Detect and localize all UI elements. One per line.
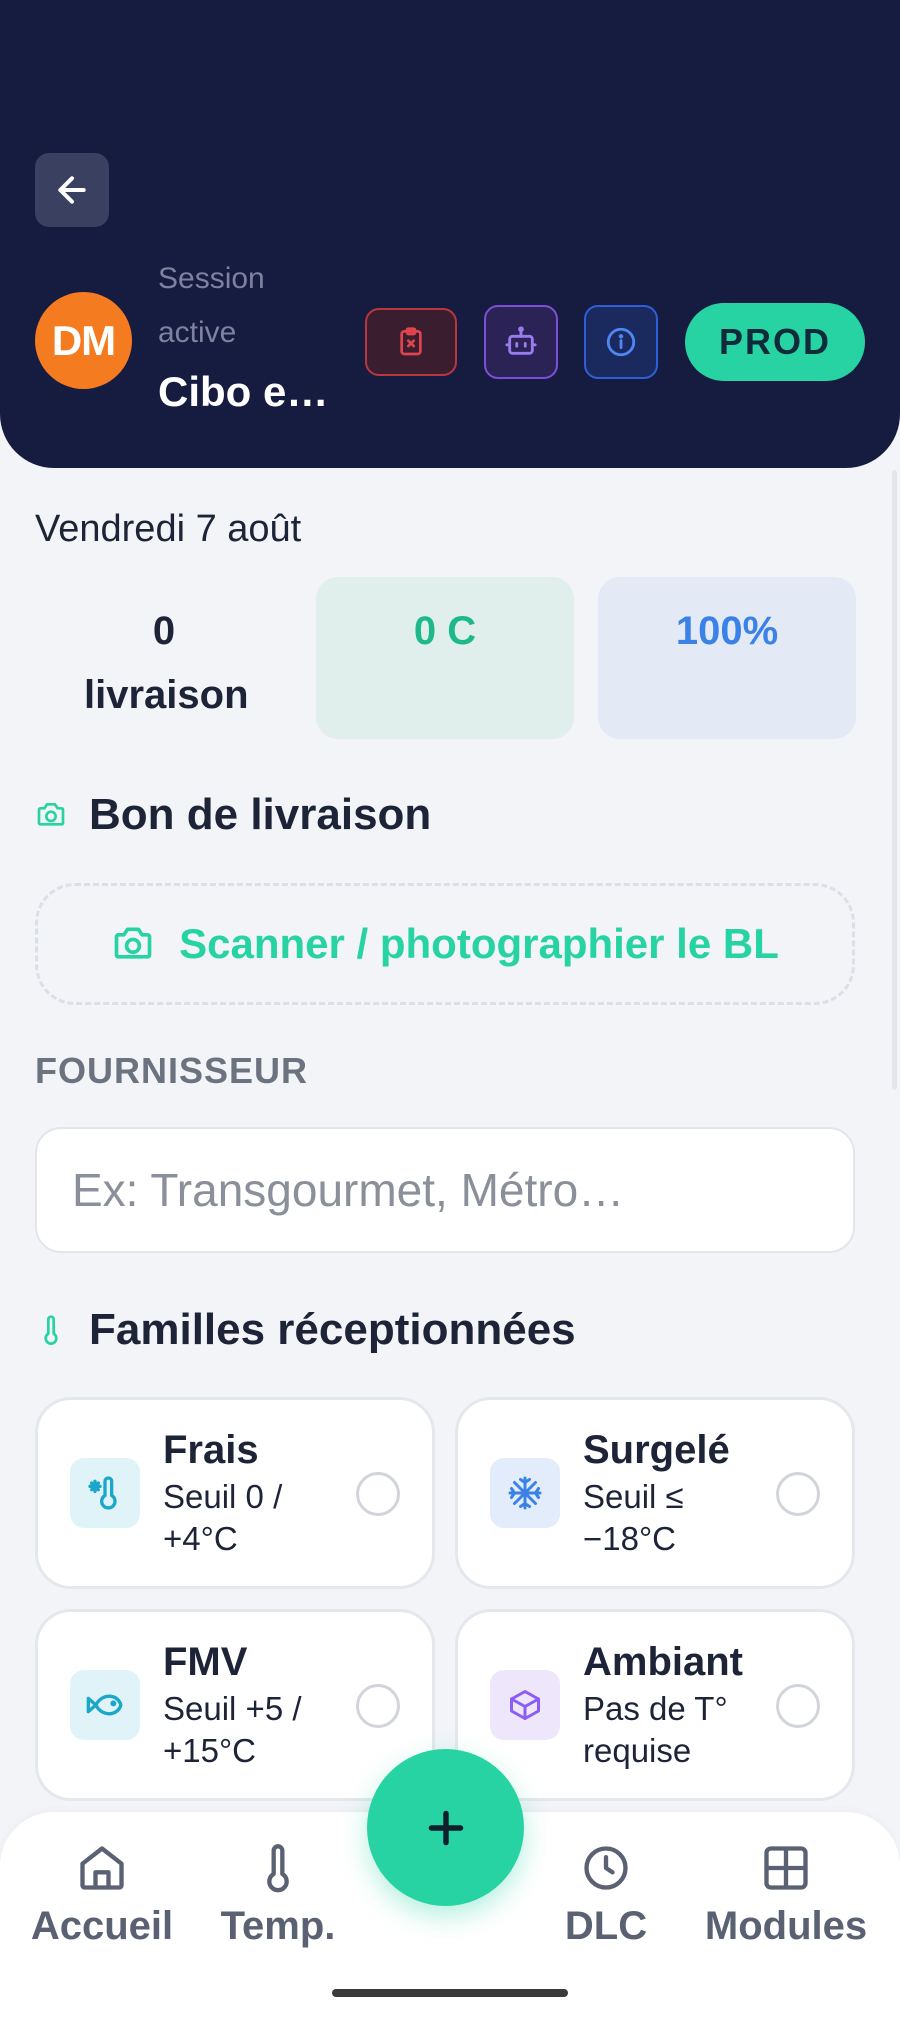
supplier-input[interactable]: [35, 1127, 855, 1253]
nav-item-temp[interactable]: Temp.: [188, 1838, 368, 1949]
plus-icon: [428, 1810, 463, 1845]
nav-item-dlc[interactable]: DLC: [516, 1838, 696, 1949]
family-select-radio[interactable]: [776, 1684, 820, 1728]
stat-compliance-value: 0 C: [413, 609, 477, 653]
home-indicator[interactable]: [332, 1989, 568, 1997]
scrollbar[interactable]: [892, 470, 897, 1090]
delivery-note-heading: Bon de livraison: [35, 790, 431, 840]
arrow-left-icon: [58, 176, 86, 204]
families-heading: Familles réceptionnées: [35, 1305, 576, 1355]
family-threshold: Seuil ≤ −18°C: [583, 1478, 684, 1557]
family-select-radio[interactable]: [776, 1472, 820, 1516]
family-select-radio[interactable]: [356, 1684, 400, 1728]
families-title: Familles réceptionnées: [89, 1305, 576, 1354]
clipboard-x-icon: [400, 327, 422, 356]
avatar[interactable]: DM: [35, 292, 132, 389]
family-card-ambiant[interactable]: Ambiant Pas de T° requise: [455, 1609, 855, 1801]
delivery-note-title: Bon de livraison: [89, 790, 432, 839]
clipboard-cancel-button[interactable]: [365, 308, 457, 376]
session-name: Cibo e…: [158, 368, 329, 415]
family-threshold: Seuil +5 / +15°C: [163, 1690, 302, 1769]
thermometer-icon: [44, 1315, 58, 1345]
stat-compliance: 0 C: [316, 577, 574, 739]
stat-rate-value: 100%: [675, 609, 779, 653]
grid-icon: [764, 1846, 808, 1890]
camera-icon: [114, 927, 152, 959]
nav-label: Accueil: [30, 1904, 174, 1948]
family-card-surgele[interactable]: Surgelé Seuil ≤ −18°C: [455, 1397, 855, 1589]
home-icon: [80, 1846, 124, 1890]
env-badge-prod[interactable]: PROD: [685, 303, 865, 381]
add-button[interactable]: [367, 1749, 524, 1906]
family-name: Frais: [163, 1428, 259, 1472]
info-button[interactable]: [584, 305, 658, 379]
family-threshold: Seuil 0 / +4°C: [163, 1478, 283, 1557]
fish-icon: [70, 1670, 140, 1740]
app-header: DM Session active Cibo e… PROD: [0, 0, 900, 468]
info-icon: [606, 327, 636, 357]
nav-item-modules[interactable]: Modules: [696, 1838, 876, 1949]
nav-label: Modules: [704, 1904, 868, 1948]
current-date: Vendredi 7 août: [35, 508, 302, 550]
scan-label: Scanner / photographier le BL: [179, 920, 779, 967]
package-icon: [490, 1670, 560, 1740]
stat-rate: 100%: [598, 577, 856, 739]
family-name: Surgelé: [583, 1428, 730, 1472]
stat-deliveries: 0 livraison: [35, 577, 293, 739]
camera-icon: [37, 803, 65, 826]
family-name: Ambiant: [583, 1640, 743, 1684]
nav-label: DLC: [564, 1904, 648, 1948]
back-button[interactable]: [35, 153, 109, 227]
family-threshold: Pas de T° requise: [583, 1690, 728, 1769]
snowflake-icon: [490, 1458, 560, 1528]
supplier-label: FOURNISSEUR: [35, 1050, 309, 1091]
session-label: Session active: [158, 262, 265, 349]
assistant-button[interactable]: [484, 305, 558, 379]
thermometer-icon: [267, 1844, 289, 1893]
nav-item-accueil[interactable]: Accueil: [12, 1838, 192, 1949]
scan-delivery-note-button[interactable]: Scanner / photographier le BL: [35, 883, 855, 1005]
family-card-fmv[interactable]: FMV Seuil +5 / +15°C: [35, 1609, 435, 1801]
stat-deliveries-value: 0 livraison: [84, 609, 249, 717]
thermometer-snow-icon: [70, 1458, 140, 1528]
nav-label: Temp.: [220, 1904, 336, 1948]
bot-icon: [505, 326, 537, 355]
family-card-frais[interactable]: Frais Seuil 0 / +4°C: [35, 1397, 435, 1589]
family-name: FMV: [163, 1640, 248, 1684]
clock-icon: [584, 1846, 628, 1890]
family-select-radio[interactable]: [356, 1472, 400, 1516]
